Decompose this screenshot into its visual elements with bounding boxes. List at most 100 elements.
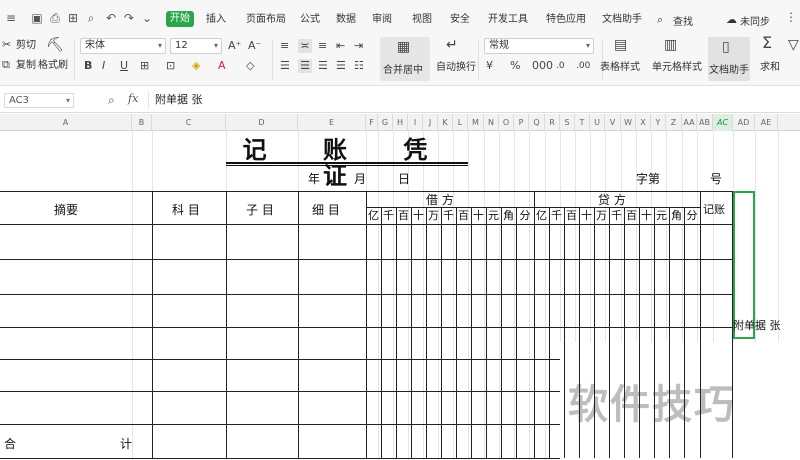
export-icon[interactable]: ⎙ xyxy=(48,11,62,25)
wrap-text-label[interactable]: 自动换行 xyxy=(436,62,476,74)
fx-icon[interactable]: fx xyxy=(128,92,138,105)
align-top-icon[interactable]: ≡ xyxy=(280,39,289,53)
column-header-q[interactable]: Q xyxy=(529,114,545,131)
undo-icon[interactable]: ↶ xyxy=(104,11,118,25)
tab-security[interactable]: 安全 xyxy=(450,13,470,27)
search-icon[interactable]: ⌕ xyxy=(657,13,663,27)
column-header-g[interactable]: G xyxy=(378,114,393,131)
column-header-ad[interactable]: AD xyxy=(733,114,755,131)
formula-input[interactable]: 附单据 张 xyxy=(148,91,798,109)
column-header-aa[interactable]: AA xyxy=(682,114,697,131)
sheet-grid[interactable]: 记 账 凭 证 年 月 日 字第 号 摘要 科 目 子 目 细 目 借 方 贷 … xyxy=(0,131,800,460)
print-icon[interactable]: ⊞ xyxy=(66,11,80,25)
indent-left-icon[interactable]: ⇤ xyxy=(336,39,345,53)
column-header-p[interactable]: P xyxy=(514,114,529,131)
wrap-text-icon[interactable]: ↵ xyxy=(446,38,458,52)
currency-icon[interactable]: ¥ xyxy=(486,59,493,73)
tab-page-layout[interactable]: 页面布局 xyxy=(246,13,286,27)
format-painter-label[interactable]: 格式刷 xyxy=(38,60,68,72)
scissors-icon[interactable]: ✂ xyxy=(2,38,11,52)
column-header-e[interactable]: E xyxy=(298,114,366,131)
decimal-decrease-icon[interactable]: .00 xyxy=(576,59,590,73)
cell-style-icon[interactable]: ▥ xyxy=(664,38,677,52)
save-icon[interactable]: ▣ xyxy=(30,11,44,25)
decimal-increase-icon[interactable]: .0 xyxy=(556,59,565,73)
column-header-j[interactable]: J xyxy=(423,114,438,131)
bold-icon[interactable]: B xyxy=(84,59,92,73)
sync-status[interactable]: 未同步 xyxy=(740,13,770,28)
tab-view[interactable]: 视图 xyxy=(412,13,432,27)
format-painter-icon[interactable]: ⛏ xyxy=(46,38,64,52)
align-right-icon[interactable]: ☰ xyxy=(318,59,328,73)
tab-developer[interactable]: 开发工具 xyxy=(488,13,528,27)
merge-center-button[interactable]: ▦ 合并居中 xyxy=(380,37,430,81)
column-header-m[interactable]: M xyxy=(468,114,484,131)
column-header-l[interactable]: L xyxy=(453,114,468,131)
column-header-b[interactable]: B xyxy=(132,114,152,131)
indent-right-icon[interactable]: ⇥ xyxy=(354,39,363,53)
column-header-ae[interactable]: AE xyxy=(755,114,778,131)
search-label[interactable]: 查找 xyxy=(673,13,693,28)
tab-formula[interactable]: 公式 xyxy=(300,13,320,27)
merge-border-icon[interactable]: ⊡ xyxy=(166,59,175,73)
column-header-v[interactable]: V xyxy=(605,114,621,131)
column-header-i[interactable]: I xyxy=(408,114,423,131)
tab-start[interactable]: 开始 xyxy=(166,11,194,27)
number-format-select[interactable]: 常规 ▾ xyxy=(484,38,594,54)
align-bottom-icon[interactable]: ≡ xyxy=(318,39,327,53)
column-header-a[interactable]: A xyxy=(0,114,132,131)
eraser-icon[interactable]: ◇ xyxy=(246,59,254,73)
menu-icon[interactable]: ≡ xyxy=(4,11,18,25)
chevron-down-icon[interactable]: ⌄ xyxy=(140,11,154,25)
font-size-select[interactable]: 12 ▾ xyxy=(170,38,222,54)
align-middle-icon[interactable]: ≍ xyxy=(298,39,312,53)
column-header-r[interactable]: R xyxy=(545,114,560,131)
sum-icon[interactable]: Σ xyxy=(762,35,772,51)
column-header-d[interactable]: D xyxy=(226,114,298,131)
redo-icon[interactable]: ↷ xyxy=(122,11,136,25)
column-header-w[interactable]: W xyxy=(621,114,636,131)
font-grow-icon[interactable]: A⁺ xyxy=(228,39,241,53)
underline-icon[interactable]: U xyxy=(120,59,128,73)
distribute-icon[interactable]: ☷ xyxy=(354,59,364,73)
tab-insert[interactable]: 插入 xyxy=(206,13,226,27)
column-header-y[interactable]: Y xyxy=(651,114,666,131)
justify-icon[interactable]: ☰ xyxy=(336,59,346,73)
column-header-k[interactable]: K xyxy=(438,114,453,131)
column-header-o[interactable]: O xyxy=(499,114,514,131)
cell-style-label[interactable]: 单元格样式 xyxy=(652,62,702,74)
doc-helper-button[interactable]: ▯ 文档助手 xyxy=(708,37,750,81)
cut-label[interactable]: 剪切 xyxy=(16,40,36,52)
filter-icon[interactable]: ▽ xyxy=(788,38,799,52)
font-name-select[interactable]: 宋体 ▾ xyxy=(80,38,166,54)
border-icon[interactable]: ⊞ xyxy=(140,59,149,73)
column-header-x[interactable]: X xyxy=(636,114,651,131)
preview-icon[interactable]: ⌕ xyxy=(84,11,98,25)
tab-doc-helper[interactable]: 文档助手 xyxy=(602,13,642,27)
column-header-u[interactable]: U xyxy=(590,114,605,131)
name-box[interactable]: AC3 ▾ xyxy=(4,93,74,108)
sum-label[interactable]: 求和 xyxy=(760,62,780,74)
column-header-t[interactable]: T xyxy=(575,114,590,131)
thousands-icon[interactable]: 000 xyxy=(532,59,553,73)
zoom-icon[interactable]: ⌕ xyxy=(108,93,115,108)
column-header-h[interactable]: H xyxy=(393,114,408,131)
tab-data[interactable]: 数据 xyxy=(336,13,356,27)
column-header-c[interactable]: C xyxy=(152,114,226,131)
copy-icon[interactable]: ⧉ xyxy=(2,58,10,72)
font-shrink-icon[interactable]: A⁻ xyxy=(248,39,261,53)
cloud-icon[interactable]: ☁ xyxy=(726,13,737,26)
copy-label[interactable]: 复制 xyxy=(16,60,36,72)
italic-icon[interactable]: I xyxy=(102,59,105,73)
column-header-n[interactable]: N xyxy=(484,114,499,131)
tab-features[interactable]: 特色应用 xyxy=(546,13,586,27)
column-header-s[interactable]: S xyxy=(560,114,575,131)
more-icon[interactable]: ⋮ xyxy=(784,10,798,24)
percent-icon[interactable]: % xyxy=(510,59,520,73)
column-header-ac[interactable]: AC xyxy=(713,114,733,131)
column-header-f[interactable]: F xyxy=(366,114,378,131)
font-color-icon[interactable]: A xyxy=(218,59,226,73)
column-header-z[interactable]: Z xyxy=(666,114,682,131)
table-style-label[interactable]: 表格样式 xyxy=(600,62,640,74)
fill-color-icon[interactable]: ◈ xyxy=(192,59,200,73)
